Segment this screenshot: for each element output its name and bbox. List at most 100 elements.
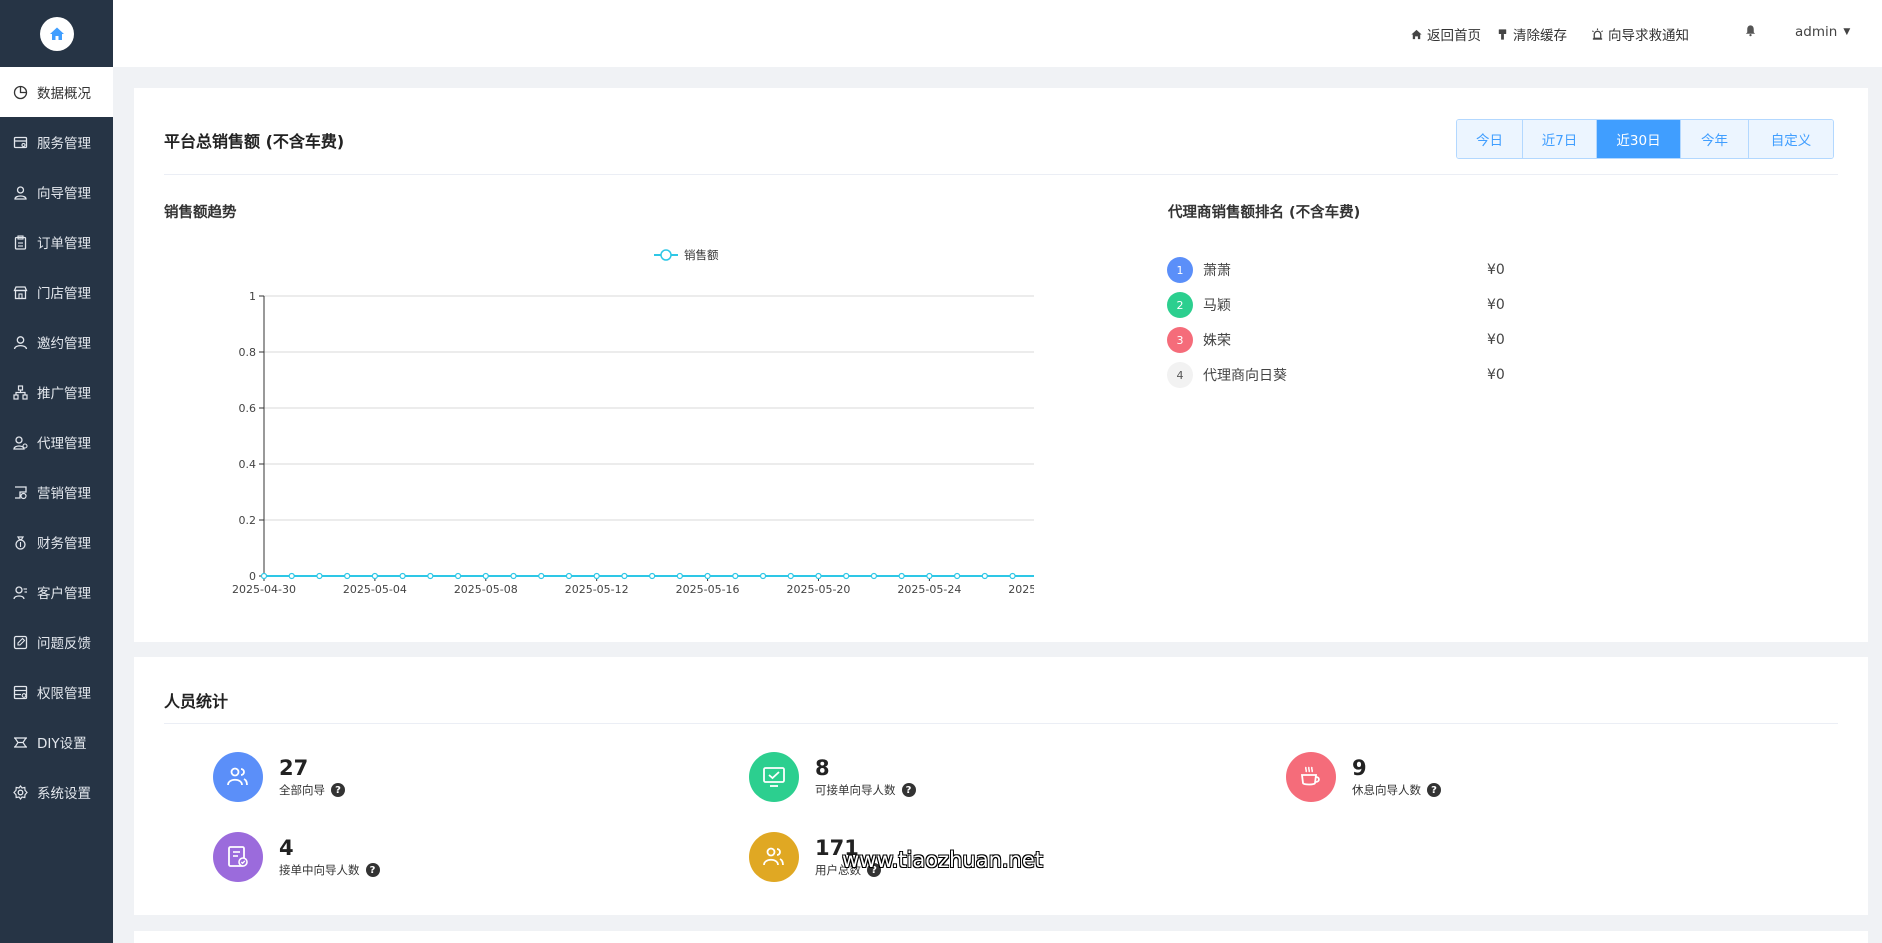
data-point [288,572,295,580]
coffee-icon [1286,752,1336,802]
data-point [787,572,794,580]
x-tick-label: 2025-05-16 [676,583,740,596]
agent-name: 马颖 [1203,298,1231,314]
sidebar-item-13[interactable]: 权限管理 [0,667,113,717]
sidebar-item-6[interactable]: 邀约管理 [0,317,113,367]
back-home-label: 返回首页 [1427,28,1481,44]
help-icon[interactable]: ? [1427,783,1441,797]
stat-value: 9 [1352,756,1367,780]
sidebar-item-label: 财务管理 [37,536,91,552]
data-point [843,572,850,580]
sidebar-item-12[interactable]: 问题反馈 [0,617,113,667]
logo[interactable] [0,0,113,67]
sidebar: 数据概况服务管理向导管理订单管理门店管理邀约管理 推广管理代理管理营销管理财务管理… [0,0,113,943]
agent-icon [13,435,28,450]
people-icon [213,752,263,802]
stat-label: 接单中向导人数 [279,863,360,877]
agent-name: 姝荣 [1203,333,1231,349]
stat-item: 9 休息向导人数? [1286,752,1441,802]
x-tick-label: 2025-05-28 [1008,583,1034,596]
stat-label: 休息向导人数 [1352,783,1421,797]
hierarchy-icon [13,384,28,400]
sidebar-item-10[interactable]: 财务管理 [0,517,113,567]
data-point [621,572,628,580]
data-point [954,572,961,580]
sidebar-item-label: 营销管理 [37,486,91,502]
home-icon [1411,29,1422,39]
help-icon[interactable]: ? [365,863,380,877]
user-menu[interactable]: admin ▼ [1795,24,1850,40]
bell-icon [1745,25,1756,37]
date-range-tabs: 今日 近7日 近30日 今年 自定义 [1456,119,1834,159]
stat-value: 4 [279,836,294,860]
help-icon[interactable]: ? [331,783,345,797]
sidebar-item-label: 数据概况 [37,86,91,102]
feedback-icon [13,635,28,649]
data-point [732,572,739,580]
sos-notice-label: 向导求救通知 [1608,28,1689,44]
rank-badge: 1 [1167,257,1193,283]
y-tick-label: 0.6 [239,402,257,415]
range-tab-3[interactable]: 近30日 [1597,120,1681,158]
agent-name: 萧萧 [1203,263,1231,279]
staff-stats-card: 人员统计 27 全部向导? 8 可接单向导人数? 9 休息向导人数? 4 接单中向导人数? 17… [134,657,1868,915]
users-icon [749,832,799,882]
sidebar-item-3[interactable]: 向导管理 [0,167,113,217]
marketing-icon [15,485,27,499]
rank-badge: 3 [1167,327,1193,353]
sidebar-item-1[interactable]: 数据概况 [0,67,113,117]
data-point [815,572,822,580]
sales-trend-chart: 0 0.2 0.4 0.6 0.8 1 2025-04-30 2025-05-04 2025-0… [232,248,1034,596]
data-point [676,572,683,580]
data-point [510,572,517,580]
legend-marker [660,249,672,261]
sidebar-item-8[interactable]: 代理管理 [0,417,113,467]
notification-bell[interactable] [1744,24,1761,37]
x-tick-label: 2025-05-04 [343,583,407,596]
ranking-row: 3 姝荣 ¥0 [1167,327,1567,353]
sidebar-item-11[interactable]: 客户管理 [0,567,113,617]
x-tick-label: 2025-04-30 [232,583,296,596]
stat-value: 8 [815,756,830,780]
range-tab-4[interactable]: 今年 [1681,120,1749,158]
sidebar-item-15[interactable]: 系统设置 [0,767,113,817]
sidebar-item-label: 订单管理 [37,236,91,252]
sidebar-item-5[interactable]: 门店管理 [0,267,113,317]
range-tab-2[interactable]: 近7日 [1523,120,1597,158]
clear-cache-link[interactable]: 清除缓存 [1496,24,1567,44]
alarm-icon [1591,27,1604,40]
sidebar-item-2[interactable]: 服务管理 [0,117,113,167]
y-tick-label: 0.2 [239,514,257,527]
sidebar-item-label: 代理管理 [37,436,91,452]
top-header: 返回首页 清除缓存 向导求救通知 admin ▼ [113,0,1882,67]
sidebar-item-4[interactable]: 订单管理 [0,217,113,267]
sidebar-item-7[interactable]: 推广管理 [0,367,113,417]
x-tick-label: 2025-05-12 [565,583,629,596]
sidebar-item-label: DIY设置 [37,736,87,752]
data-point [371,572,378,580]
stat-item: 8 可接单向导人数? [749,752,916,802]
help-icon[interactable]: ? [901,783,916,797]
service-icon [13,136,28,148]
sales-card: 平台总销售额 (不含车费) 今日 近7日 近30日 今年 自定义 销售额趋势 代理商销售… [134,88,1868,642]
back-home-link[interactable]: 返回首页 [1410,24,1481,44]
sos-notice-link[interactable]: 向导求救通知 [1591,24,1689,44]
trend-title: 销售额趋势 [164,205,237,221]
agent-amount: ¥0 [1487,332,1505,348]
data-point [759,572,767,580]
agent-amount: ¥0 [1487,262,1505,278]
stat-item: 27 全部向导? [213,752,345,802]
stat-label: 全部向导 [279,783,325,797]
sidebar-item-14[interactable]: DIY设置 [0,717,113,767]
rank-badge: 4 [1167,362,1193,388]
range-tab-5[interactable]: 自定义 [1749,120,1833,158]
divider [164,174,1838,175]
range-tab-1[interactable]: 今日 [1457,120,1523,158]
y-tick-label: 0 [249,570,256,583]
sidebar-item-label: 向导管理 [37,186,91,202]
sidebar-item-9[interactable]: 营销管理 [0,467,113,517]
sidebar-item-label: 门店管理 [37,286,91,302]
agent-amount: ¥0 [1487,367,1505,383]
customer-icon [13,585,27,599]
staff-title: 人员统计 [164,692,229,711]
